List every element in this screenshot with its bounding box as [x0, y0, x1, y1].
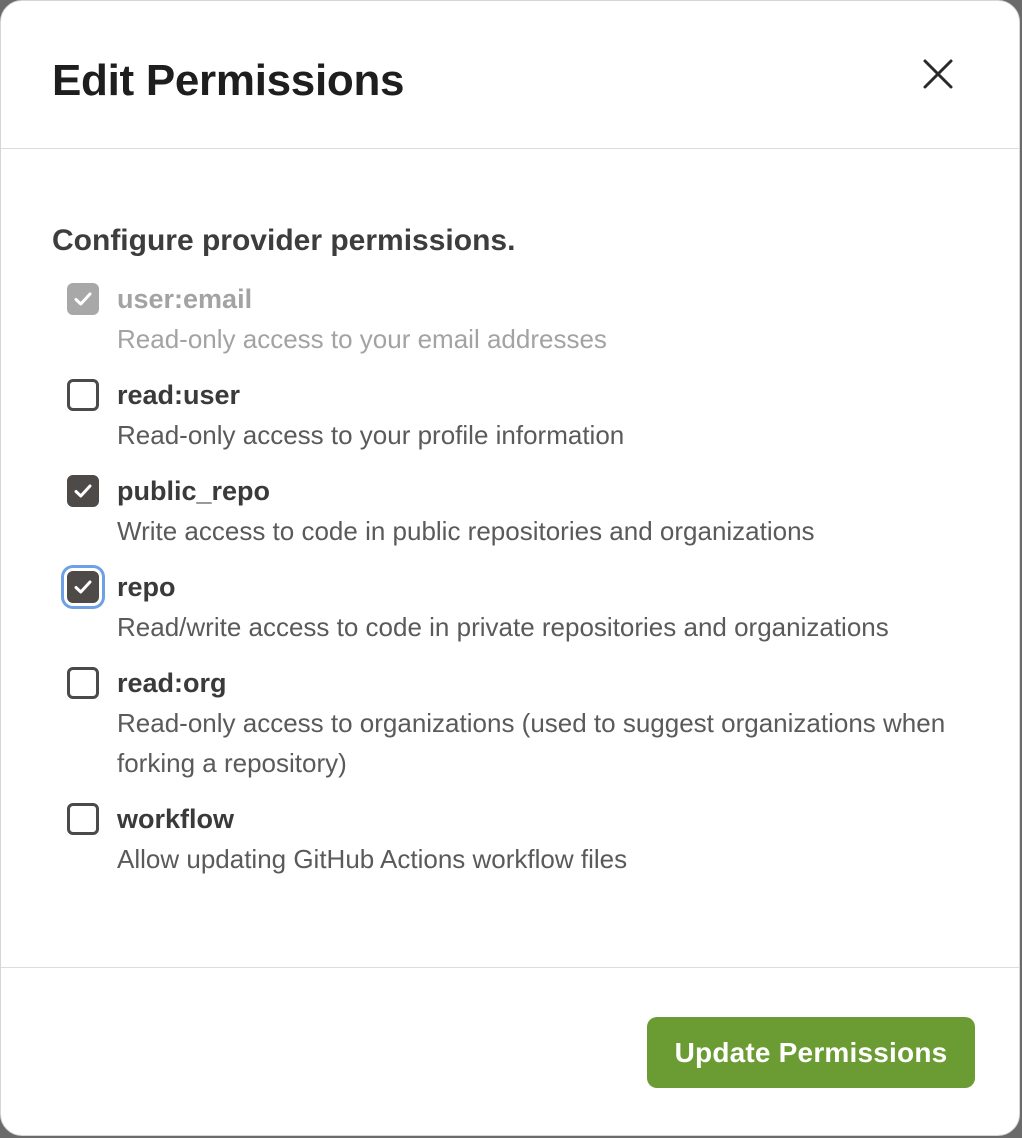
permission-item: user:email Read-only access to your email…: [67, 279, 987, 359]
permission-item: read:user Read-only access to your profil…: [67, 375, 987, 455]
permission-item: public_repo Write access to code in publi…: [67, 471, 987, 551]
checkmark-icon: [74, 292, 92, 306]
permission-checkbox: [67, 283, 99, 315]
permission-checkbox[interactable]: [67, 571, 99, 603]
permission-item: read:org Read-only access to organization…: [67, 663, 987, 783]
permission-name[interactable]: public_repo: [117, 471, 987, 511]
update-permissions-button[interactable]: Update Permissions: [647, 1017, 975, 1088]
permission-checkbox[interactable]: [67, 803, 99, 835]
permission-checkbox[interactable]: [67, 475, 99, 507]
permission-name[interactable]: read:user: [117, 375, 987, 415]
checkmark-icon: [74, 484, 92, 498]
permission-name[interactable]: read:org: [117, 663, 987, 703]
close-icon: [923, 59, 953, 89]
dialog-header: Edit Permissions: [1, 1, 1019, 149]
permission-item: repo Read/write access to code in private…: [67, 567, 987, 647]
permission-description: Read-only access to organizations (used …: [117, 708, 946, 778]
permission-name[interactable]: repo: [117, 567, 987, 607]
dialog-body: Configure provider permissions. user:ema…: [1, 149, 1019, 967]
checkmark-icon: [74, 580, 92, 594]
permission-name[interactable]: workflow: [117, 799, 987, 839]
permission-list: user:email Read-only access to your email…: [67, 279, 987, 895]
permission-name: user:email: [117, 284, 253, 314]
permission-checkbox[interactable]: [67, 667, 99, 699]
permission-description: Read-only access to your email addresses: [117, 324, 607, 354]
permission-checkbox[interactable]: [67, 379, 99, 411]
permission-item: workflow Allow updating GitHub Actions wo…: [67, 799, 987, 879]
permission-description: Allow updating GitHub Actions workflow f…: [117, 844, 628, 874]
permission-description: Read-only access to your profile informa…: [117, 420, 625, 450]
edit-permissions-dialog: Edit Permissions Configure provider perm…: [0, 0, 1020, 1136]
dialog-footer: Update Permissions: [1, 967, 1019, 1135]
close-button[interactable]: [913, 49, 963, 99]
permission-description: Write access to code in public repositor…: [117, 516, 815, 546]
dialog-title: Edit Permissions: [52, 56, 405, 105]
permission-description: Read/write access to code in private rep…: [117, 612, 889, 642]
section-heading: Configure provider permissions.: [52, 224, 516, 257]
